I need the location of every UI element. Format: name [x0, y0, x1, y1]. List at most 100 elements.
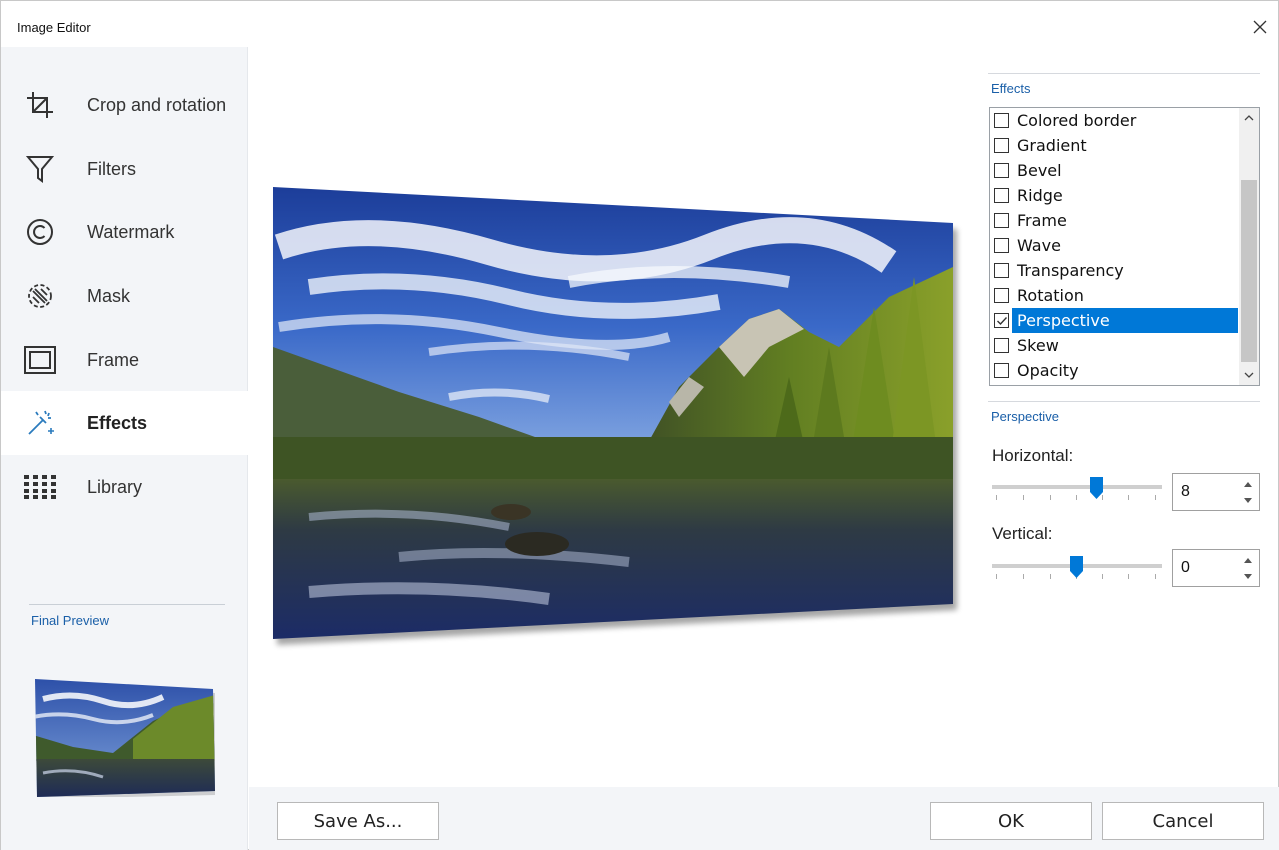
list-item-label: Colored border	[1017, 111, 1137, 130]
list-item[interactable]: Wave	[990, 233, 1240, 258]
sidebar-item-crop-and-rotation[interactable]: Crop and rotation	[1, 73, 248, 137]
divider	[29, 604, 225, 605]
slider-tick	[1023, 574, 1024, 579]
list-item-label: Bevel	[1017, 161, 1062, 180]
sidebar: Crop and rotation Filters Watermark Mask…	[1, 47, 248, 850]
caret-down-icon	[1244, 573, 1252, 579]
list-item[interactable]: Gradient	[990, 133, 1240, 158]
checkbox[interactable]	[994, 138, 1009, 153]
scroll-thumb[interactable]	[1241, 180, 1257, 362]
scroll-down-button[interactable]	[1239, 365, 1259, 385]
list-item[interactable]: Perspective	[990, 308, 1240, 333]
caret-up-icon	[1244, 481, 1252, 487]
close-icon	[1253, 20, 1267, 34]
sidebar-item-frame[interactable]: Frame	[1, 328, 248, 392]
sidebar-item-label: Filters	[87, 158, 136, 179]
caret-up-icon	[1244, 557, 1252, 563]
slider-thumb[interactable]	[1070, 556, 1083, 578]
list-item[interactable]: Rotation	[990, 283, 1240, 308]
sidebar-item-filters[interactable]: Filters	[1, 137, 248, 201]
frame-icon	[23, 343, 57, 377]
list-item-label: Opacity	[1017, 361, 1079, 380]
vertical-slider[interactable]	[992, 556, 1162, 584]
slider-tick	[996, 495, 997, 500]
list-item-label: Transparency	[1017, 261, 1124, 280]
list-item[interactable]: Frame	[990, 208, 1240, 233]
sidebar-item-mask[interactable]: Mask	[1, 264, 248, 328]
window-title: Image Editor	[17, 20, 91, 35]
title-bar: Image Editor	[1, 1, 1278, 47]
list-item[interactable]: Opacity	[990, 358, 1240, 383]
list-item-label: Rotation	[1017, 286, 1084, 305]
checkbox[interactable]	[994, 263, 1009, 278]
scroll-up-button[interactable]	[1239, 108, 1259, 128]
sidebar-item-label: Library	[87, 476, 143, 497]
chevron-up-icon	[1244, 115, 1254, 121]
slider-tick	[1023, 495, 1024, 500]
list-item[interactable]: Colored border	[990, 108, 1240, 133]
slider-tick	[1155, 574, 1156, 579]
crop-icon	[23, 88, 57, 122]
spin-down-button[interactable]	[1241, 569, 1255, 583]
caret-down-icon	[1244, 497, 1252, 503]
sidebar-item-label: Effects	[87, 412, 148, 433]
checkbox[interactable]	[994, 113, 1009, 128]
sidebar-item-watermark[interactable]: Watermark	[1, 200, 248, 264]
effects-group-label: Effects	[991, 81, 1031, 96]
checkbox[interactable]	[994, 163, 1009, 178]
final-preview-thumbnail	[35, 679, 215, 797]
magic-wand-icon	[23, 406, 57, 440]
sidebar-item-label: Frame	[87, 349, 140, 370]
spin-down-button[interactable]	[1241, 493, 1255, 507]
checkbox[interactable]	[994, 188, 1009, 203]
list-item-label: Wave	[1017, 236, 1061, 255]
save-as-button[interactable]: Save As...	[277, 802, 439, 840]
image-editor-window: Image Editor Crop and rotation Filters W…	[0, 0, 1279, 850]
checkbox[interactable]	[994, 313, 1009, 328]
checkmark-icon	[996, 316, 1007, 325]
slider-tick	[1128, 495, 1129, 500]
sidebar-item-label: Watermark	[87, 221, 175, 242]
mask-icon	[23, 279, 57, 313]
horizontal-slider[interactable]	[992, 477, 1162, 505]
final-preview-label: Final Preview	[31, 613, 110, 628]
spinbox-value[interactable]: 8	[1181, 483, 1190, 501]
list-item-label: Perspective	[1012, 308, 1238, 333]
list-item-label: Frame	[1017, 211, 1067, 230]
list-item-label: Gradient	[1017, 136, 1087, 155]
vertical-label: Vertical:	[992, 524, 1053, 543]
bottom-button-bar: Save As... OK Cancel	[249, 787, 1279, 850]
cancel-button[interactable]: Cancel	[1102, 802, 1264, 840]
checkbox[interactable]	[994, 288, 1009, 303]
sidebar-item-label: Mask	[87, 285, 131, 306]
sidebar-item-effects[interactable]: Effects	[1, 391, 248, 455]
spin-up-button[interactable]	[1241, 553, 1255, 567]
list-item[interactable]: Ridge	[990, 183, 1240, 208]
checkbox[interactable]	[994, 213, 1009, 228]
vertical-spinbox[interactable]: 0	[1172, 549, 1260, 587]
spinbox-value[interactable]: 0	[1181, 559, 1190, 577]
ok-button[interactable]: OK	[930, 802, 1092, 840]
list-item[interactable]: Bevel	[990, 158, 1240, 183]
slider-thumb[interactable]	[1090, 477, 1103, 499]
divider	[988, 73, 1260, 74]
filter-icon	[23, 152, 57, 186]
horizontal-spinbox[interactable]: 8	[1172, 473, 1260, 511]
list-item-label: Skew	[1017, 336, 1059, 355]
checkbox[interactable]	[994, 338, 1009, 353]
chevron-down-icon	[1244, 372, 1254, 378]
slider-tick	[996, 574, 997, 579]
image-canvas[interactable]	[249, 47, 977, 787]
list-item[interactable]: Skew	[990, 333, 1240, 358]
checkbox[interactable]	[994, 363, 1009, 378]
list-item[interactable]: Transparency	[990, 258, 1240, 283]
slider-tick	[1076, 495, 1077, 500]
checkbox[interactable]	[994, 238, 1009, 253]
effects-list[interactable]: Colored border Gradient Bevel Ridge Fram…	[989, 107, 1260, 386]
grid-icon	[23, 470, 57, 504]
sidebar-item-library[interactable]: Library	[1, 455, 248, 519]
close-button[interactable]	[1248, 15, 1272, 39]
scrollbar[interactable]	[1239, 108, 1259, 385]
spin-up-button[interactable]	[1241, 477, 1255, 491]
list-item-label: Ridge	[1017, 186, 1063, 205]
